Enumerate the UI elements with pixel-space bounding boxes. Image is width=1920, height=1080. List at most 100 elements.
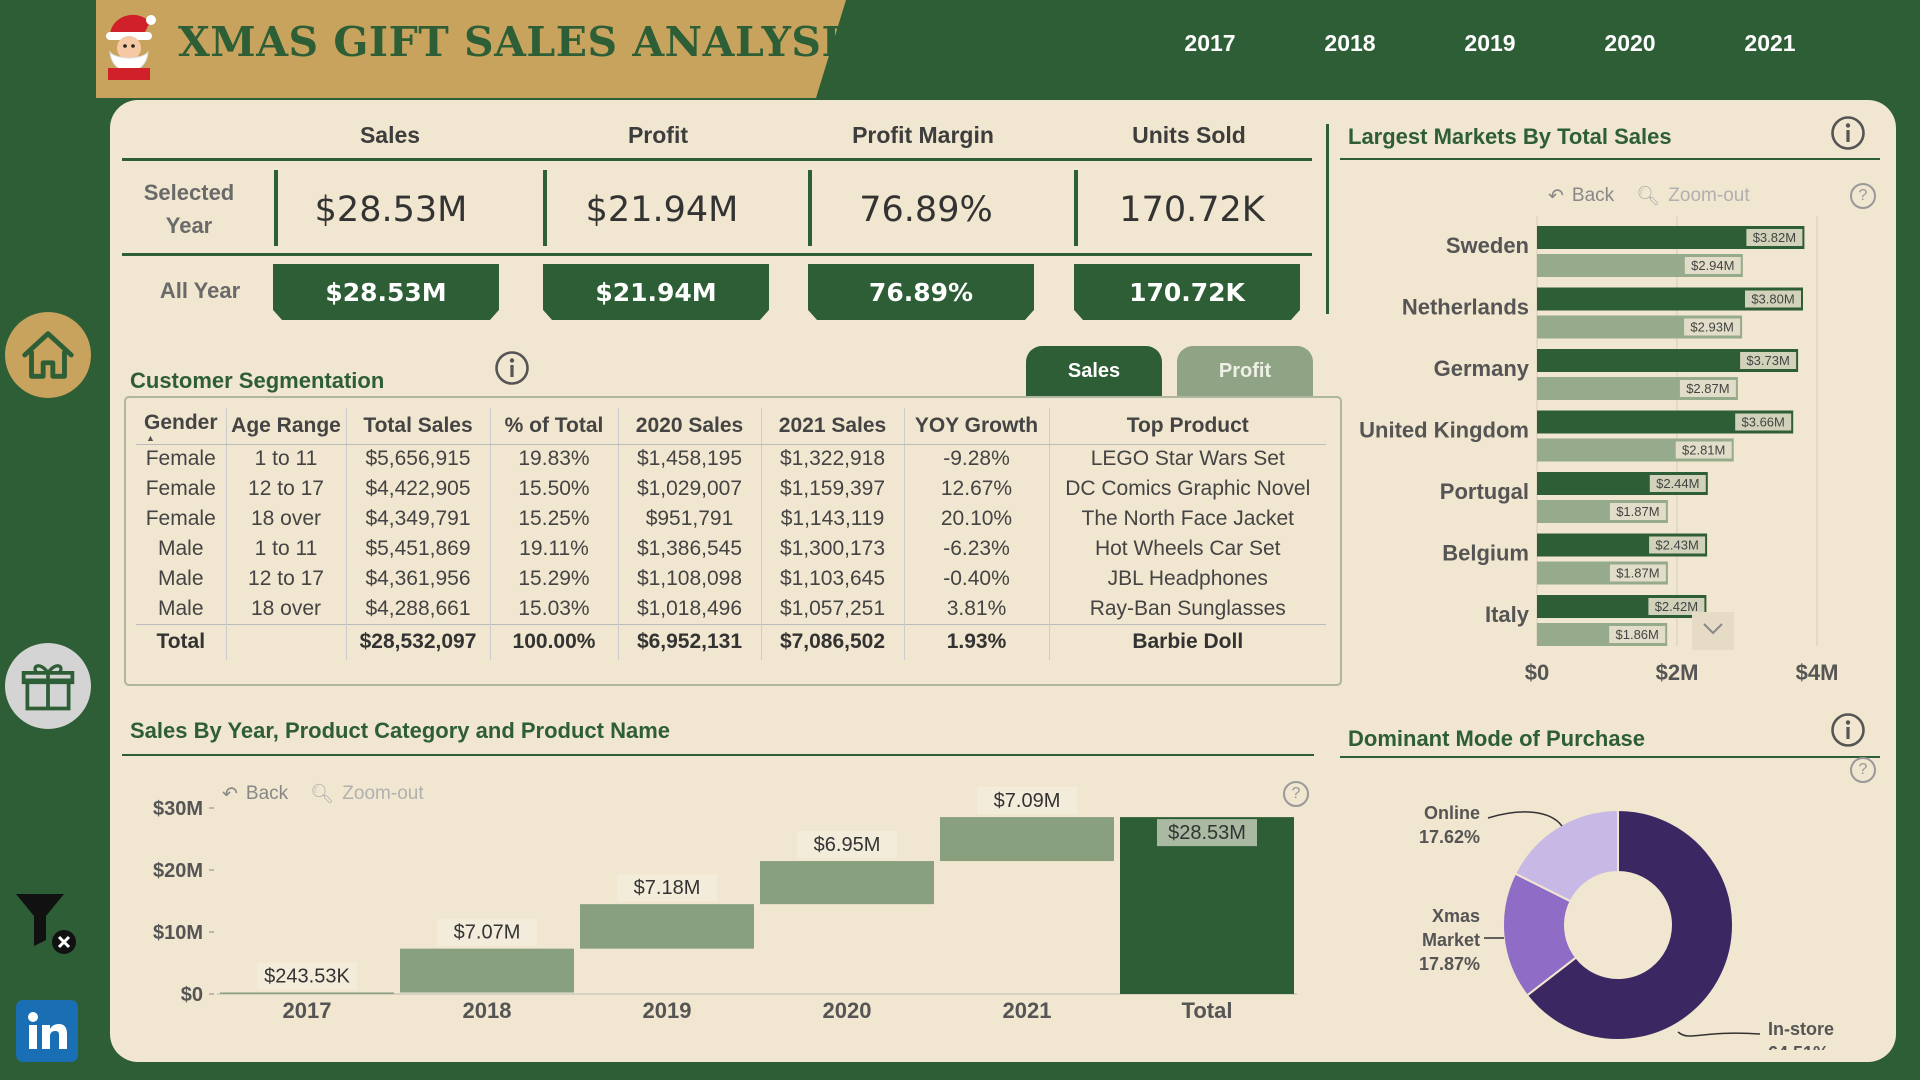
tab-sales[interactable]: Sales <box>1026 346 1162 396</box>
donut-title: Dominant Mode of Purchase <box>1348 726 1646 751</box>
cell-2020-sales: $1,029,007 <box>618 474 762 504</box>
y-tick-label: $20M <box>153 860 203 882</box>
help-icon[interactable]: ? <box>1850 183 1876 209</box>
cell-2020-sales: $951,791 <box>618 504 762 534</box>
data-label: $28.53M <box>1168 822 1246 844</box>
year-tab-2017[interactable]: 2017 <box>1140 30 1280 57</box>
slice-label-line: Market <box>1422 930 1480 950</box>
column-header-percent-total[interactable]: % of Total <box>490 408 619 445</box>
total-cell-gender: Total <box>136 623 227 660</box>
bar-value-label: $2.42M <box>1655 599 1698 614</box>
purchase-mode-donut-chart: In-store 64.51% Xmas Market 17.87% Online 17.6… <box>1419 803 1834 1050</box>
cell-top-product: The North Face Jacket <box>1081 507 1294 530</box>
cell-2020-sales: $1,458,195 <box>618 444 762 474</box>
market-label: Germany <box>1434 356 1530 381</box>
waterfall-bar <box>760 861 934 905</box>
waterfall-chart: $0 $10M $20M $30M $243.53K 2017 $7.07M 2018 $7.1… <box>153 787 1297 1023</box>
market-label: Sweden <box>1446 233 1529 258</box>
market-label: Belgium <box>1442 541 1529 566</box>
divider <box>1340 158 1880 160</box>
waterfall-bar <box>940 817 1114 862</box>
all-sales-value: $28.53M <box>273 264 499 320</box>
selected-profit-value: $21.94M <box>585 190 739 230</box>
x-tick-label: 2021 <box>1003 998 1052 1023</box>
slice-label: Online <box>1424 803 1480 823</box>
table-row[interactable]: Female 12 to 17 $4,422,905 15.50% $1,029,007… <box>136 474 1326 504</box>
cell-2021-sales: $1,103,645 <box>761 564 905 594</box>
column-header-label: Gender <box>143 410 218 434</box>
info-icon[interactable] <box>1830 115 1866 151</box>
table-row[interactable]: Female 1 to 11 $5,656,915 19.83% $1,458,195 $… <box>136 444 1326 474</box>
cell-total-sales: $4,288,661 <box>346 594 491 624</box>
slice-percent: 64.51% <box>1768 1043 1829 1050</box>
markets-toolbar: ↶ Back 🔍︎ Zoom-out <box>1548 184 1750 208</box>
table-row[interactable]: Female 18 over $4,349,791 15.25% $951,791 $1,… <box>136 504 1326 534</box>
column-header-2021-sales[interactable]: 2021 Sales <box>761 408 905 445</box>
cell-top-product: Ray-Ban Sunglasses <box>1089 596 1286 620</box>
info-icon[interactable] <box>1830 712 1866 748</box>
cell-age-range: 12 to 17 <box>226 474 347 504</box>
linkedin-button[interactable] <box>16 1000 78 1062</box>
left-sidebar <box>0 0 96 1080</box>
column-header-yoy-growth[interactable]: YOY Growth <box>904 408 1050 445</box>
total-cell-2021-sales: $7,086,502 <box>761 623 905 660</box>
gift-icon <box>21 664 75 711</box>
home-button[interactable] <box>5 312 91 398</box>
total-cell-percent-total: 100.00% <box>490 623 619 660</box>
data-label: $243.53K <box>264 965 350 987</box>
table-row[interactable]: Male 18 over $4,288,661 15.03% $1,018,496 $1,… <box>136 594 1326 624</box>
cell-gender: Female <box>136 444 227 474</box>
cell-top-product: JBL Headphones <box>1107 567 1268 590</box>
column-header-2020-sales[interactable]: 2020 Sales <box>618 408 762 445</box>
market-label: Portugal <box>1440 479 1529 504</box>
cell-yoy-growth: -0.40% <box>904 564 1050 594</box>
bar-value-label: $1.86M <box>1616 627 1659 642</box>
markets-title: Largest Markets By Total Sales <box>1348 124 1672 149</box>
all-units-value: 170.72K <box>1074 264 1300 320</box>
cell-top-product: Hot Wheels Car Set <box>1094 537 1281 560</box>
column-header-total-sales[interactable]: Total Sales <box>346 408 491 445</box>
column-header-top-product[interactable]: Top Product <box>1049 408 1326 445</box>
home-icon <box>22 331 74 379</box>
cell-yoy-growth: 3.81% <box>904 594 1050 624</box>
table-total-row: Total $28,532,097 100.00% $6,952,131 $7,086,… <box>136 623 1326 660</box>
bar-value-label: $2.44M <box>1656 476 1699 491</box>
x-tick-label: 2017 <box>283 998 332 1023</box>
waterfall-title: Sales By Year, Product Category and Prod… <box>130 718 671 743</box>
cell-2021-sales: $1,300,173 <box>761 534 905 564</box>
year-tab-2020[interactable]: 2020 <box>1560 30 1700 57</box>
back-button[interactable]: ↶ Back <box>1548 185 1614 208</box>
table-header-row: Gender ▲ Age Range Total Sales % of Total… <box>136 408 1326 445</box>
cell-age-range: 12 to 17 <box>226 564 347 594</box>
all-year-label: All Year <box>159 278 241 303</box>
data-label: $7.07M <box>454 922 521 944</box>
bar-value-label: $3.66M <box>1742 415 1785 430</box>
selected-units-value: 170.72K <box>1119 190 1265 230</box>
year-tab-2019[interactable]: 2019 <box>1420 30 1560 57</box>
cell-percent-total: 15.29% <box>490 564 619 594</box>
x-tick-label: $0 <box>1525 660 1549 685</box>
year-tab-2018[interactable]: 2018 <box>1280 30 1420 57</box>
tab-profit[interactable]: Profit <box>1177 346 1313 396</box>
cell-total-sales: $5,656,915 <box>346 444 491 474</box>
dashboard: XMAS GIFT SALES ANALYSIS 2017 2018 2019 … <box>0 0 1920 1080</box>
slice-label: In-store <box>1768 1019 1834 1039</box>
year-tab-2021[interactable]: 2021 <box>1700 30 1840 57</box>
total-cell-yoy-growth: 1.93% <box>904 623 1050 660</box>
cell-percent-total: 19.83% <box>490 444 619 474</box>
sort-ascending-icon: ▲ <box>146 432 155 443</box>
total-cell-age-range <box>226 623 347 660</box>
table-row[interactable]: Male 1 to 11 $5,451,869 19.11% $1,386,545 $1,… <box>136 534 1326 564</box>
zoom-out-button[interactable]: 🔍︎ Zoom-out <box>1636 184 1749 208</box>
cell-top-product: DC Comics Graphic Novel <box>1065 477 1311 500</box>
cell-percent-total: 15.25% <box>490 504 619 534</box>
clear-filters-button[interactable] <box>12 890 82 960</box>
column-header-age-range[interactable]: Age Range <box>226 408 347 445</box>
cell-age-range: 1 to 11 <box>226 534 347 564</box>
slice-label-line: Xmas <box>1432 906 1480 926</box>
column-header-gender[interactable]: Gender ▲ <box>136 408 227 445</box>
gift-button[interactable] <box>5 643 91 729</box>
divider <box>122 754 1314 756</box>
table-row[interactable]: Male 12 to 17 $4,361,956 15.29% $1,108,098 $1… <box>136 564 1326 594</box>
info-icon[interactable] <box>494 350 530 386</box>
